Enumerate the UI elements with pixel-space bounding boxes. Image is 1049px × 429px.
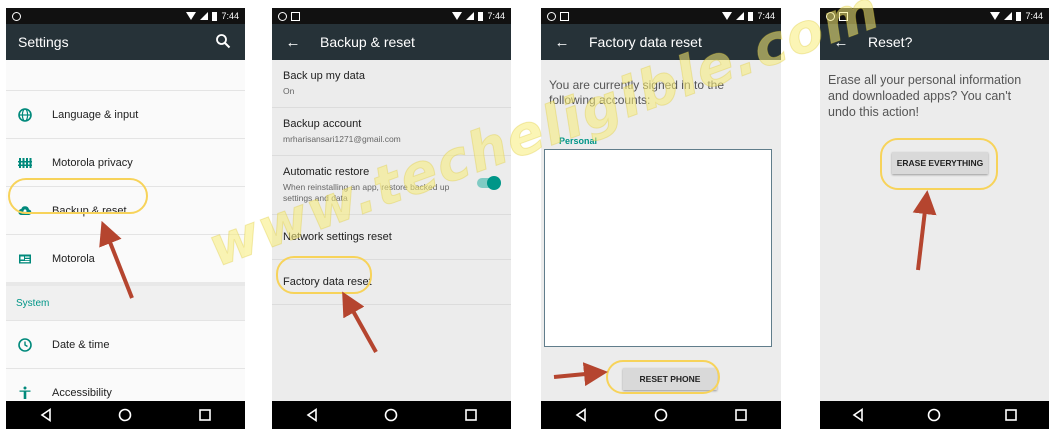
signal-icon <box>466 12 475 20</box>
highlight-backup-reset <box>8 178 148 214</box>
whatsapp-icon <box>547 11 556 21</box>
settings-item-label: Accessibility <box>52 386 112 399</box>
navigation-bar <box>541 401 781 429</box>
back-arrow-icon[interactable]: ← <box>553 34 571 51</box>
section-header-system: System <box>6 282 245 320</box>
toolbar: Settings <box>6 24 245 60</box>
recents-nav-icon[interactable] <box>195 405 215 425</box>
signal-icon <box>1004 12 1013 20</box>
navigation-bar <box>820 401 1049 429</box>
settings-item-label: Date & time <box>52 338 110 351</box>
settings-item-label: Motorola privacy <box>52 156 133 169</box>
home-nav-icon[interactable] <box>381 405 401 425</box>
globe-icon <box>18 107 32 122</box>
page-title: Settings <box>18 34 69 50</box>
highlight-reset-phone <box>606 360 720 394</box>
highlight-factory-data-reset <box>276 256 372 294</box>
navigation-bar <box>6 401 245 429</box>
motorola-privacy-icon <box>18 156 32 170</box>
list-spacer <box>6 60 245 90</box>
highlight-erase-everything <box>880 138 998 190</box>
status-time: 7:44 <box>487 11 505 21</box>
settings-item-label: Motorola <box>52 252 95 265</box>
motorola-id-icon <box>18 252 32 266</box>
back-arrow-icon[interactable]: ← <box>284 34 302 51</box>
settings-item-language[interactable]: Language & input <box>6 90 245 138</box>
settings-item-date-time[interactable]: Date & time <box>6 320 245 368</box>
recents-nav-icon[interactable] <box>1001 405 1021 425</box>
item-title: Back up my data <box>283 70 365 82</box>
accounts-list-box <box>544 149 772 347</box>
search-icon[interactable] <box>215 33 233 51</box>
home-nav-icon[interactable] <box>651 405 671 425</box>
status-time: 7:44 <box>1025 11 1043 21</box>
battery-icon <box>212 11 218 21</box>
back-nav-icon[interactable] <box>848 405 868 425</box>
wifi-icon <box>722 12 733 20</box>
status-time: 7:44 <box>221 11 239 21</box>
home-nav-icon[interactable] <box>924 405 944 425</box>
signal-icon <box>200 12 209 20</box>
whatsapp-icon <box>278 11 287 21</box>
reset-confirm-screen: 7:44 ← Reset? Erase all your personal in… <box>820 8 1049 429</box>
list-item-back-up-data[interactable]: Back up my data On <box>272 60 511 108</box>
recents-nav-icon[interactable] <box>461 405 481 425</box>
settings-item-label: Language & input <box>52 108 139 121</box>
home-nav-icon[interactable] <box>115 405 135 425</box>
recents-nav-icon[interactable] <box>731 405 751 425</box>
signal-icon <box>736 12 745 20</box>
wifi-icon <box>452 12 463 20</box>
whatsapp-icon <box>12 11 21 21</box>
battery-icon <box>478 11 484 21</box>
back-nav-icon[interactable] <box>571 405 591 425</box>
battery-icon <box>1016 11 1022 21</box>
toolbar: ← Backup & reset <box>272 24 511 60</box>
wifi-icon <box>186 12 197 20</box>
back-nav-icon[interactable] <box>36 405 56 425</box>
accessibility-icon <box>18 386 32 400</box>
status-bar: 7:44 <box>6 8 245 24</box>
page-title: Reset? <box>868 34 913 50</box>
page-title: Backup & reset <box>320 34 415 50</box>
status-bar: 7:44 <box>272 8 511 24</box>
back-nav-icon[interactable] <box>302 405 322 425</box>
image-notification-icon <box>291 11 300 21</box>
erase-warning-message: Erase all your personal information and … <box>828 73 1022 119</box>
navigation-bar <box>272 401 511 429</box>
wifi-icon <box>990 12 1001 20</box>
image-notification-icon <box>560 11 569 21</box>
clock-icon <box>18 337 32 352</box>
item-subtitle: On <box>283 86 295 96</box>
